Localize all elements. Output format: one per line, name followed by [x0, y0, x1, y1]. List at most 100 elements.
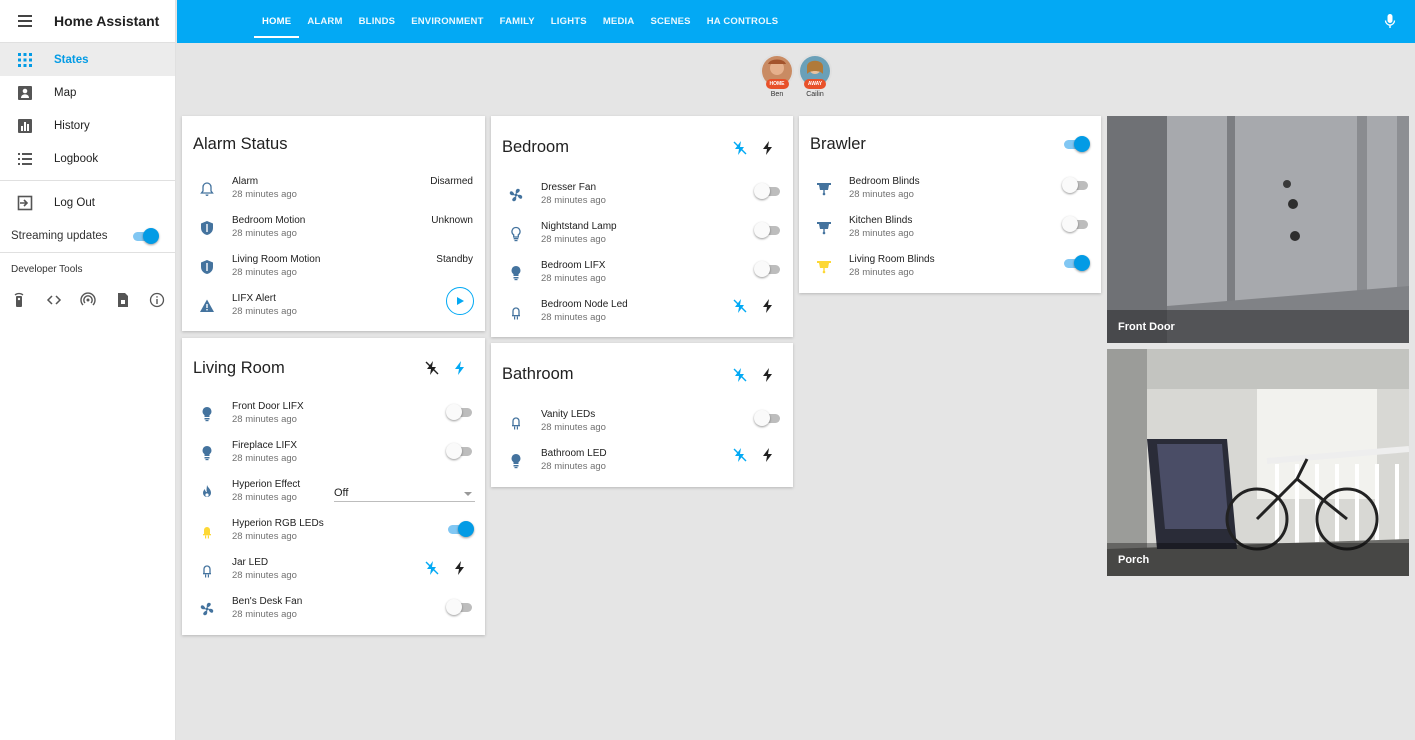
flash-icon[interactable] — [760, 140, 776, 156]
camera-porch[interactable]: Porch — [1107, 349, 1409, 576]
streaming-updates-toggle[interactable] — [131, 227, 159, 244]
entity-row[interactable]: Dresser Fan 28 minutes ago — [491, 175, 793, 213]
person-cailin[interactable]: AWAY Cailin — [798, 54, 832, 98]
run-script-button[interactable] — [446, 287, 474, 315]
tab-family[interactable]: FAMILY — [492, 0, 543, 43]
tab-blinds[interactable]: BLINDS — [351, 0, 404, 43]
entity-toggle[interactable] — [446, 404, 474, 420]
code-icon[interactable] — [46, 292, 62, 308]
person-name: Ben — [770, 91, 784, 98]
entity-last-changed: 28 minutes ago — [232, 570, 297, 581]
person-ben[interactable]: HOME Ben — [760, 54, 794, 98]
tab-scenes[interactable]: SCENES — [642, 0, 698, 43]
tab-lights[interactable]: LIGHTS — [543, 0, 595, 43]
microphone-icon[interactable] — [1382, 13, 1398, 29]
entity-row[interactable]: Alarm 28 minutes ago Disarmed — [182, 169, 485, 207]
entity-row[interactable]: Kitchen Blinds 28 minutes ago — [799, 208, 1101, 246]
card-alarm-status: Alarm Status Alarm 28 minutes ago Disarm… — [182, 116, 485, 331]
led-outline-icon — [512, 417, 520, 430]
flash-icon[interactable] — [452, 560, 468, 576]
camera-name: Front Door — [1107, 310, 1409, 343]
lightbulb-icon — [511, 454, 521, 469]
menu-icon[interactable] — [13, 9, 37, 33]
entity-state: Disarmed — [430, 176, 473, 187]
tab-home[interactable]: HOME — [254, 0, 300, 43]
entity-row[interactable]: Fireplace LIFX 28 minutes ago — [182, 433, 485, 471]
entity-row[interactable]: Bedroom LIFX 28 minutes ago — [491, 253, 793, 291]
sidebar-item-history[interactable]: History — [0, 109, 175, 142]
flash-icon[interactable] — [760, 367, 776, 383]
group-toggle[interactable] — [1062, 136, 1090, 152]
camera-front-door[interactable]: Front Door — [1107, 116, 1409, 343]
entity-toggle[interactable] — [754, 183, 782, 199]
top-bar: HOME ALARM BLINDS ENVIRONMENT FAMILY LIG… — [177, 0, 1415, 43]
sidebar-item-label: Log Out — [54, 196, 95, 209]
entity-name: Jar LED — [232, 557, 269, 568]
entity-name: Kitchen Blinds — [849, 215, 913, 226]
flash-icon[interactable] — [452, 360, 468, 376]
entity-state: Unknown — [431, 215, 473, 226]
tab-media[interactable]: MEDIA — [595, 0, 643, 43]
flash-off-icon[interactable] — [732, 447, 748, 463]
info-icon[interactable] — [149, 292, 165, 308]
effect-select[interactable]: Off — [334, 482, 475, 502]
entity-toggle[interactable] — [754, 222, 782, 238]
wifi-tethering-icon[interactable] — [80, 292, 96, 308]
lightbulb-outline-icon — [511, 226, 521, 242]
entity-row[interactable]: Living Room Blinds 28 minutes ago — [799, 247, 1101, 285]
entity-row[interactable]: Ben's Desk Fan 28 minutes ago — [182, 589, 485, 627]
card-living-room: Living Room Front Door LIFX 28 minutes a… — [182, 338, 485, 635]
streaming-updates-row: Streaming updates — [0, 219, 175, 252]
entity-row[interactable]: Bathroom LED 28 minutes ago — [491, 441, 793, 479]
entity-row[interactable]: Vanity LEDs 28 minutes ago — [491, 402, 793, 440]
flash-off-icon[interactable] — [732, 298, 748, 314]
tab-ha-controls[interactable]: HA CONTROLS — [699, 0, 787, 43]
card-title: Living Room — [193, 359, 285, 377]
led-outline-icon — [512, 307, 520, 320]
blinds-icon — [817, 222, 831, 235]
entity-toggle[interactable] — [446, 443, 474, 459]
sidebar-item-map[interactable]: Map — [0, 76, 175, 109]
bell-icon — [200, 182, 214, 196]
people-badges: HOME Ben AWAY Cailin — [760, 54, 832, 98]
exit-icon — [17, 195, 33, 210]
entity-row[interactable]: Hyperion RGB LEDs 28 minutes ago — [182, 511, 485, 549]
entity-row[interactable]: LIFX Alert 28 minutes ago — [182, 286, 485, 324]
entity-toggle[interactable] — [754, 261, 782, 277]
entity-toggle[interactable] — [446, 521, 474, 537]
entity-last-changed: 28 minutes ago — [541, 195, 606, 206]
flash-off-icon[interactable] — [732, 367, 748, 383]
sidebar-item-logout[interactable]: Log Out — [0, 186, 175, 219]
shield-icon — [201, 260, 213, 274]
entity-toggle[interactable] — [1062, 177, 1090, 193]
sidebar-item-states[interactable]: States — [0, 43, 175, 76]
entity-toggle[interactable] — [446, 599, 474, 615]
entity-name: Nightstand Lamp — [541, 221, 617, 232]
entity-row[interactable]: Living Room Motion 28 minutes ago Standb… — [182, 247, 485, 285]
card-bathroom: Bathroom Vanity LEDs 28 minutes ago Bath… — [491, 343, 793, 487]
entity-row[interactable]: Bedroom Blinds 28 minutes ago — [799, 169, 1101, 207]
entity-name: Hyperion RGB LEDs — [232, 518, 324, 529]
entity-row[interactable]: Bedroom Node Led 28 minutes ago — [491, 292, 793, 330]
entity-toggle[interactable] — [754, 410, 782, 426]
tab-alarm[interactable]: ALARM — [299, 0, 350, 43]
lightbulb-icon — [202, 446, 212, 461]
flash-icon[interactable] — [760, 447, 776, 463]
entity-row[interactable]: Nightstand Lamp 28 minutes ago — [491, 214, 793, 252]
entity-row[interactable]: Bedroom Motion 28 minutes ago Unknown — [182, 208, 485, 246]
tab-environment[interactable]: ENVIRONMENT — [403, 0, 491, 43]
entity-toggle[interactable] — [1062, 216, 1090, 232]
entity-row[interactable]: Jar LED 28 minutes ago — [182, 550, 485, 588]
flash-off-icon[interactable] — [424, 360, 440, 376]
entity-row[interactable]: Front Door LIFX 28 minutes ago — [182, 394, 485, 432]
entity-name: Hyperion Effect — [232, 479, 301, 490]
flash-off-icon[interactable] — [424, 560, 440, 576]
entity-row[interactable]: Hyperion Effect 28 minutes ago Off — [182, 472, 485, 510]
card-title: Bathroom — [502, 365, 574, 383]
flash-icon[interactable] — [760, 298, 776, 314]
flash-off-icon[interactable] — [732, 140, 748, 156]
sidebar-item-logbook[interactable]: Logbook — [0, 142, 175, 175]
file-template-icon[interactable] — [115, 292, 131, 308]
remote-icon[interactable] — [11, 292, 27, 308]
entity-toggle[interactable] — [1062, 255, 1090, 271]
